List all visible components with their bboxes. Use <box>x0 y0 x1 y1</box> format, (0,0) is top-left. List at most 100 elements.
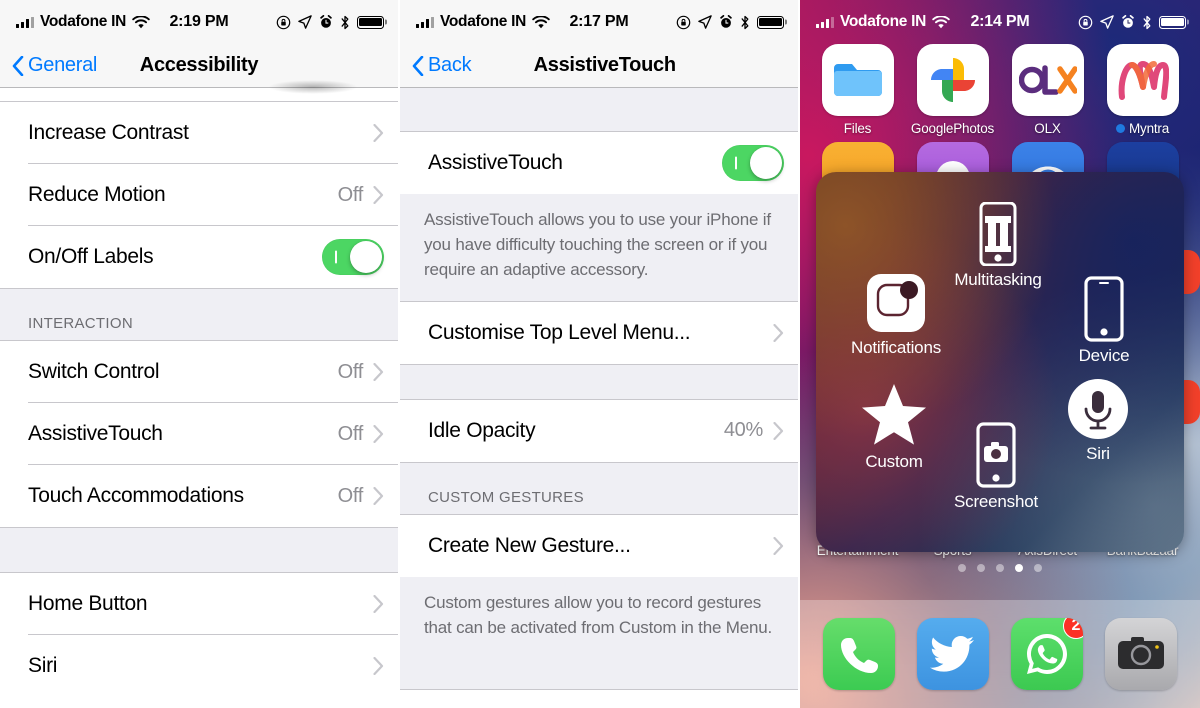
row-label: Create New Gesture... <box>428 533 631 557</box>
siri-microphone-icon <box>1068 379 1128 439</box>
row-value: Off <box>337 183 364 206</box>
signal-bars-icon <box>16 16 34 28</box>
assistivetouch-menu[interactable]: Multitasking Notifications Device Custom… <box>816 172 1184 552</box>
panel-accessibility: Vodafone IN 2:19 PM General Accessibilit… <box>0 0 400 708</box>
app-google-photos[interactable]: GooglePhotos <box>911 44 995 136</box>
row-home-button[interactable]: Home Button <box>0 573 398 635</box>
status-bar: Vodafone IN 2:14 PM <box>800 0 1200 44</box>
wifi-icon <box>932 15 950 28</box>
row-value: Off <box>337 484 364 507</box>
row-increase-contrast[interactable]: Increase Contrast <box>0 102 398 164</box>
section-gap <box>0 527 398 573</box>
row-create-new-gesture[interactable]: Create New Gesture... <box>400 514 798 577</box>
back-button-general[interactable]: General <box>12 54 97 77</box>
app-label-text: Myntra <box>1128 121 1170 136</box>
battery-icon <box>757 15 784 29</box>
custom-gestures-note: Custom gestures allow you to record gest… <box>400 576 798 690</box>
at-label: Custom <box>865 452 923 471</box>
row-label: Idle Opacity <box>428 418 536 442</box>
on-off-labels-toggle[interactable] <box>322 239 384 275</box>
row-value: Off <box>337 422 364 445</box>
back-button-label: General <box>28 54 98 76</box>
top-gap <box>400 88 798 132</box>
row-touch-accommodations[interactable]: Touch Accommodations Off <box>0 465 398 527</box>
chevron-left-icon <box>412 55 424 76</box>
alarm-clock-icon <box>320 15 332 28</box>
status-bar-left: Vodafone IN <box>816 13 950 31</box>
app-label-text: GooglePhotos <box>910 121 995 136</box>
wifi-icon <box>132 15 150 28</box>
row-value: Off <box>337 360 364 383</box>
row-idle-opacity[interactable]: Idle Opacity 40% <box>400 399 798 462</box>
row-accessory <box>373 124 384 142</box>
myntra-icon <box>1106 44 1179 116</box>
toggle-on-mark <box>335 250 337 264</box>
camera-icon <box>1105 618 1177 690</box>
chevron-right-icon <box>373 425 384 443</box>
status-bar-left: Vodafone IN <box>416 13 550 31</box>
files-icon <box>821 44 894 116</box>
status-bar-right <box>1078 15 1186 30</box>
row-reduce-motion[interactable]: Reduce Motion Off <box>0 164 398 226</box>
row-assistivetouch[interactable]: AssistiveTouch Off <box>0 403 398 465</box>
app-olx[interactable]: OLX <box>1006 44 1090 136</box>
page-title: Accessibility <box>139 54 259 76</box>
back-button[interactable]: Back <box>412 54 472 77</box>
navigation-bar: General Accessibility <box>0 44 398 88</box>
row-label: AssistiveTouch <box>428 151 563 174</box>
row-label: Increase Contrast <box>28 121 189 144</box>
row-label: Reduce Motion <box>28 183 166 206</box>
at-label: Notifications <box>851 338 941 357</box>
row-on-off-labels[interactable]: On/Off Labels <box>0 226 398 288</box>
dock-app-camera[interactable] <box>1099 618 1183 690</box>
chevron-right-icon <box>773 421 784 440</box>
new-app-dot-icon <box>1115 124 1125 133</box>
twitter-icon <box>917 618 989 690</box>
panel-assistivetouch-settings: Vodafone IN 2:17 PM Back AssistiveTouch … <box>400 0 800 708</box>
page-dot <box>996 564 1004 572</box>
screenshot-icon <box>976 422 1016 488</box>
page-dots[interactable] <box>800 564 1200 572</box>
at-label: Device <box>1078 346 1130 365</box>
rotation-lock-icon <box>1078 15 1093 29</box>
row-siri[interactable]: Siri <box>0 635 398 697</box>
carrier-label: Vodafone IN <box>40 13 126 30</box>
chevron-right-icon <box>373 186 384 204</box>
rotation-lock-icon <box>676 15 691 29</box>
app-label: GooglePhotos <box>911 121 994 136</box>
signal-bars-icon <box>416 16 434 28</box>
row-customise-top-level-menu[interactable]: Customise Top Level Menu... <box>400 301 798 364</box>
app-files[interactable]: Files <box>816 44 900 136</box>
chevron-right-icon <box>373 487 384 505</box>
multitasking-icon <box>979 202 1017 266</box>
row-switch-control[interactable]: Switch Control Off <box>0 341 398 403</box>
panel-home-screen: Vodafone IN 2:14 PM Files GooglePhotos O… <box>800 0 1200 708</box>
toggle-on-mark <box>735 156 737 170</box>
row-accessory <box>722 145 784 181</box>
chevron-right-icon <box>373 124 384 142</box>
status-bar-left: Vodafone IN <box>16 13 150 31</box>
assistivetouch-toggle[interactable] <box>722 145 784 181</box>
row-accessory: Off <box>338 184 384 207</box>
partial-row-top <box>0 88 398 102</box>
at-item-siri[interactable]: Siri <box>1032 378 1164 464</box>
location-arrow-icon <box>1100 15 1114 29</box>
olx-icon <box>1011 44 1084 116</box>
google-photos-icon <box>916 44 989 116</box>
dock-app-phone[interactable] <box>817 618 901 690</box>
at-item-notifications[interactable]: Notifications <box>830 272 962 358</box>
dock-app-whatsapp[interactable]: 2 <box>1005 618 1089 690</box>
navigation-bar: Back AssistiveTouch <box>400 44 798 88</box>
location-arrow-icon <box>298 15 312 29</box>
row-accessory <box>373 657 384 675</box>
app-label: Files <box>844 121 872 136</box>
row-accessory: Off <box>338 361 384 384</box>
dock-app-twitter[interactable] <box>911 618 995 690</box>
app-label: OLX <box>1034 121 1061 136</box>
at-item-device[interactable]: Device <box>1038 276 1170 366</box>
row-assistivetouch-master[interactable]: AssistiveTouch <box>400 132 798 194</box>
app-myntra[interactable]: Myntra <box>1101 44 1185 136</box>
battery-icon <box>1159 15 1186 29</box>
row-value: 40% <box>723 419 763 442</box>
three-panel-screenshot: Vodafone IN 2:19 PM General Accessibilit… <box>0 0 1200 708</box>
